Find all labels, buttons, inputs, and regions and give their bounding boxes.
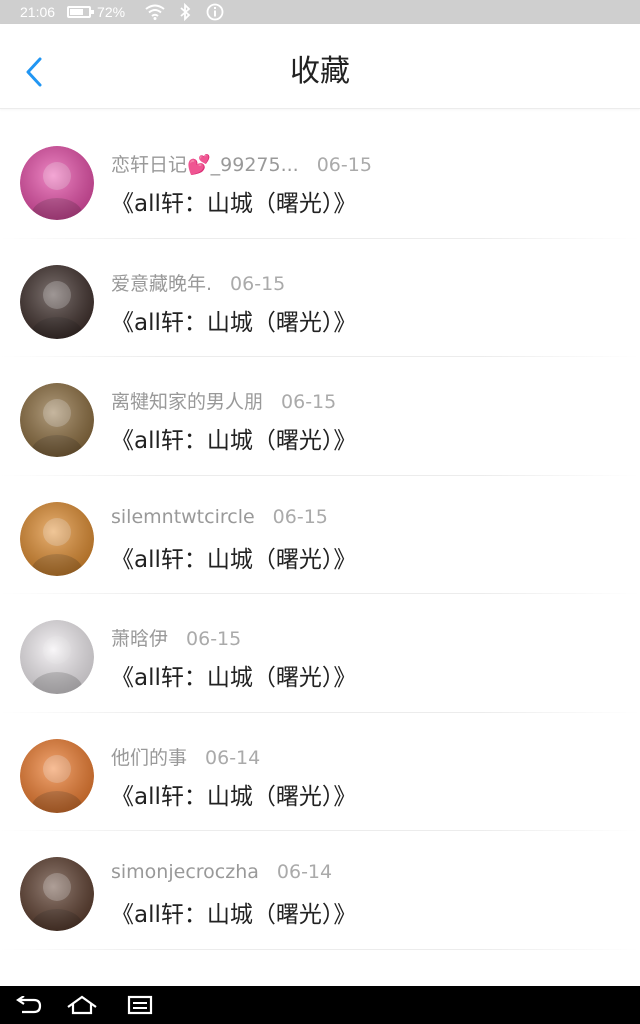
item-meta: 爱意藏晚年. 06-15 <box>111 269 285 296</box>
avatar[interactable] <box>20 857 94 931</box>
home-icon <box>67 995 97 1015</box>
author-name[interactable]: 萧晗伊 <box>111 624 168 651</box>
story-title[interactable]: 《all轩：山城（曙光）》 <box>111 184 356 218</box>
favorite-item[interactable]: silemntwtcircle 06-15 《all轩：山城（曙光）》 <box>0 476 640 594</box>
navigation-bar <box>0 986 640 1024</box>
favorite-item[interactable]: 恋轩日记💕_99275... 06-15 《all轩：山城（曙光）》 <box>0 120 640 239</box>
author-name[interactable]: 离犍知家的男人朋 <box>111 387 263 414</box>
story-title[interactable]: 《all轩：山城（曙光）》 <box>111 540 356 574</box>
story-title[interactable]: 《all轩：山城（曙光）》 <box>111 421 356 455</box>
item-meta: silemntwtcircle 06-15 <box>111 506 328 528</box>
wifi-icon <box>145 2 165 22</box>
info-icon <box>205 2 225 22</box>
story-title[interactable]: 《all轩：山城（曙光）》 <box>111 303 356 337</box>
back-nav-icon <box>16 996 42 1014</box>
home-nav-button[interactable] <box>66 992 98 1018</box>
date-label: 06-15 <box>272 505 328 528</box>
avatar[interactable] <box>20 738 94 813</box>
item-meta: 离犍知家的男人朋 06-15 <box>111 387 336 414</box>
date-label: 06-14 <box>276 861 333 883</box>
favorites-list: 恋轩日记💕_99275... 06-15 《all轩：山城（曙光）》 爱意藏晚年. 06… <box>0 120 640 950</box>
status-time: 21:06 <box>20 4 56 20</box>
back-nav-button[interactable] <box>12 992 44 1018</box>
date-label: 06-15 <box>316 154 372 176</box>
header: 收藏 <box>0 24 640 109</box>
recent-apps-icon <box>127 995 153 1015</box>
avatar[interactable] <box>20 383 94 457</box>
author-name[interactable]: 他们的事 <box>111 743 187 770</box>
favorite-item[interactable]: simonjecroczha 06-14 《all轩：山城（曙光）》 <box>0 831 640 950</box>
bluetooth-icon <box>175 2 195 22</box>
story-title[interactable]: 《all轩：山城（曙光）》 <box>111 658 356 692</box>
avatar[interactable] <box>20 501 94 576</box>
date-label: 06-14 <box>205 746 261 769</box>
avatar[interactable] <box>20 620 94 694</box>
author-name[interactable]: silemntwtcircle <box>111 506 255 528</box>
favorite-item[interactable]: 爱意藏晚年. 06-15 《all轩：山城（曙光）》 <box>0 239 640 357</box>
author-name[interactable]: 爱意藏晚年. <box>111 269 212 296</box>
item-meta: 萧晗伊 06-15 <box>111 624 241 651</box>
avatar[interactable] <box>20 264 94 339</box>
story-title[interactable]: 《all轩：山城（曙光）》 <box>111 777 356 811</box>
author-name[interactable]: simonjecroczha <box>111 861 259 883</box>
favorite-item[interactable]: 他们的事 06-14 《all轩：山城（曙光）》 <box>0 713 640 831</box>
date-label: 06-15 <box>230 272 286 295</box>
item-meta: 他们的事 06-14 <box>111 743 260 770</box>
item-meta: 恋轩日记💕_99275... 06-15 <box>111 150 372 177</box>
recent-apps-button[interactable] <box>124 992 156 1018</box>
battery-icon <box>67 6 95 18</box>
avatar[interactable] <box>20 146 94 220</box>
divider <box>0 948 640 950</box>
date-label: 06-15 <box>281 391 337 413</box>
date-label: 06-15 <box>186 628 242 650</box>
item-meta: simonjecroczha 06-14 <box>111 861 332 883</box>
favorite-item[interactable]: 离犍知家的男人朋 06-15 《all轩：山城（曙光）》 <box>0 357 640 476</box>
story-title[interactable]: 《all轩：山城（曙光）》 <box>111 895 356 929</box>
battery-percent: 72% <box>97 4 126 20</box>
status-bar: 21:06 72% <box>0 0 640 24</box>
author-name[interactable]: 恋轩日记💕_99275... <box>111 150 299 177</box>
page-title: 收藏 <box>290 54 350 89</box>
favorite-item[interactable]: 萧晗伊 06-15 《all轩：山城（曙光）》 <box>0 594 640 713</box>
